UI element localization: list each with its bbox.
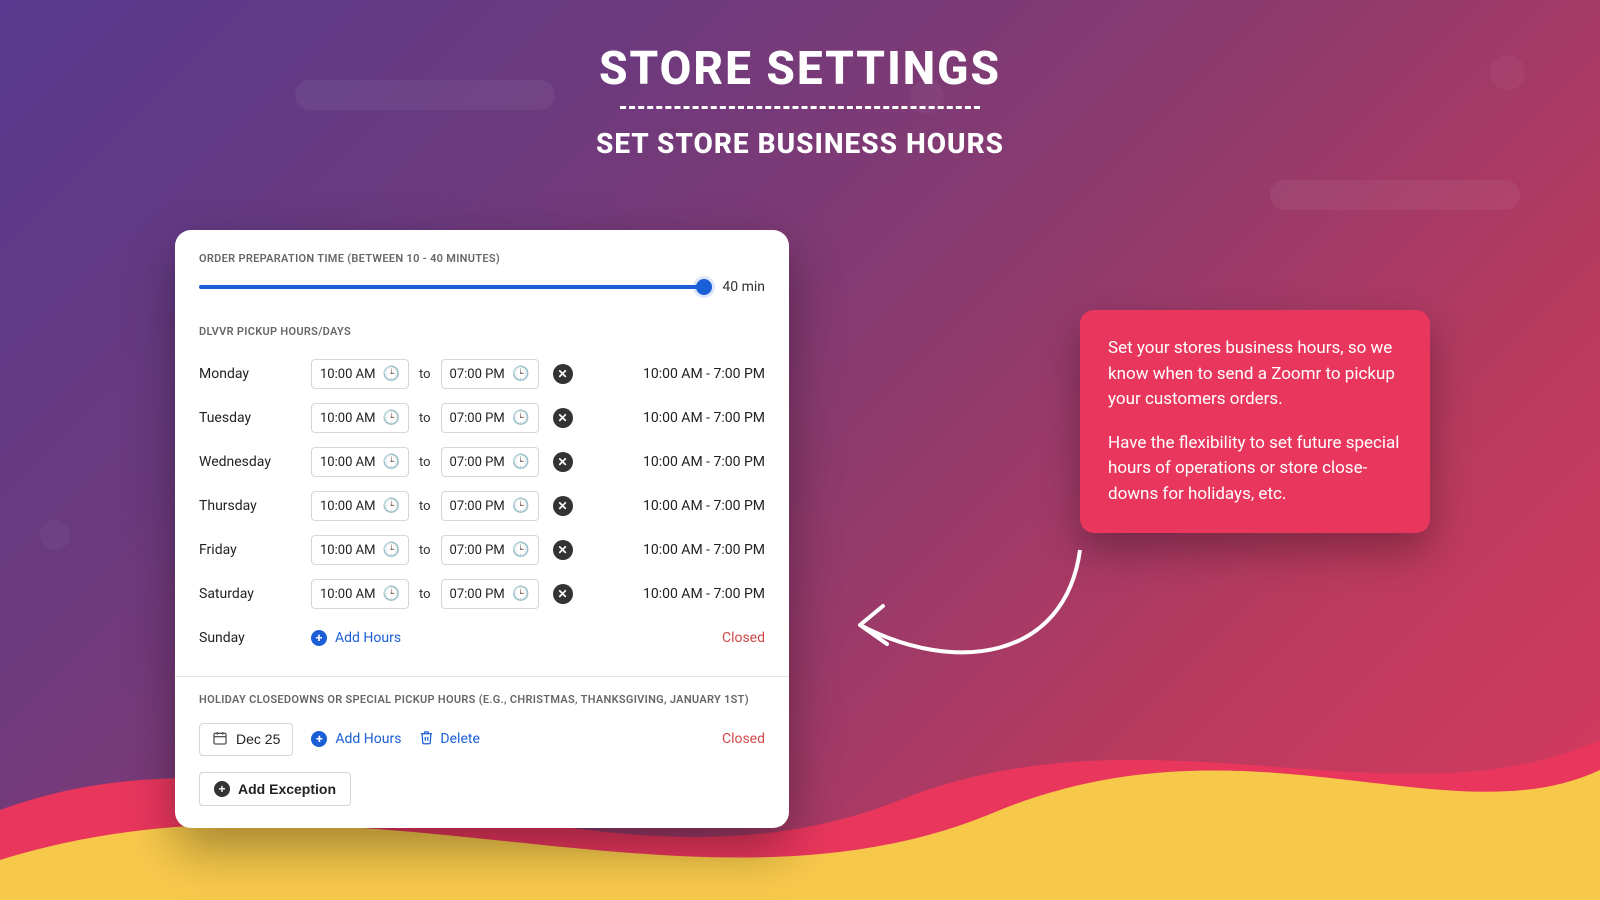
prep-time-label: ORDER PREPARATION TIME (BETWEEN 10 - 40 … (199, 252, 765, 265)
add-hours-label: Add Hours (335, 731, 401, 747)
clock-icon: 🕒 (512, 410, 529, 426)
callout-arrow-icon (835, 540, 1095, 700)
hours-row: Monday10:00 AM🕒 to 07:00 PM🕒 ✕ 10:00 AM - 7:… (199, 352, 765, 396)
clock-icon: 🕒 (383, 410, 400, 426)
clock-icon: 🕒 (512, 586, 529, 602)
info-callout: Set your stores business hours, so we kn… (1080, 310, 1430, 533)
close-time-input[interactable]: 07:00 PM🕒 (441, 579, 539, 609)
plus-icon: + (311, 630, 327, 646)
clock-icon: 🕒 (512, 542, 529, 558)
add-hours-button[interactable]: + Add Hours (311, 630, 401, 646)
to-label: to (419, 367, 431, 382)
hours-row: Thursday10:00 AM🕒 to 07:00 PM🕒 ✕ 10:00 AM - … (199, 484, 765, 528)
to-label: to (419, 587, 431, 602)
remove-hours-button[interactable]: ✕ (553, 496, 573, 516)
hours-summary: 10:00 AM - 7:00 PM (643, 498, 765, 514)
decor-pill (295, 80, 555, 110)
hours-summary: Closed (722, 630, 765, 646)
calendar-icon (212, 730, 228, 749)
prep-time-slider[interactable] (199, 285, 704, 289)
day-label: Tuesday (199, 410, 311, 426)
day-label: Saturday (199, 586, 311, 602)
close-time-input[interactable]: 07:00 PM🕒 (441, 359, 539, 389)
decor-circle (1490, 55, 1525, 90)
close-time-input[interactable]: 07:00 PM🕒 (441, 491, 539, 521)
store-settings-card: ORDER PREPARATION TIME (BETWEEN 10 - 40 … (175, 230, 789, 828)
callout-text-2: Have the flexibility to set future speci… (1108, 431, 1402, 508)
open-time-input[interactable]: 10:00 AM🕒 (311, 403, 409, 433)
exception-date-value: Dec 25 (236, 731, 280, 747)
hours-row: Saturday10:00 AM🕒 to 07:00 PM🕒 ✕ 10:00 AM - … (199, 572, 765, 616)
open-time-input[interactable]: 10:00 AM🕒 (311, 359, 409, 389)
add-hours-label: Add Hours (335, 630, 401, 646)
hours-row: Wednesday10:00 AM🕒 to 07:00 PM🕒 ✕ 10:00 AM -… (199, 440, 765, 484)
to-label: to (419, 543, 431, 558)
clock-icon: 🕒 (512, 454, 529, 470)
to-label: to (419, 455, 431, 470)
day-label: Thursday (199, 498, 311, 514)
exception-date-button[interactable]: Dec 25 (199, 723, 293, 756)
hours-summary: 10:00 AM - 7:00 PM (643, 410, 765, 426)
slider-thumb[interactable] (696, 279, 712, 295)
hours-summary: 10:00 AM - 7:00 PM (643, 542, 765, 558)
section-divider (175, 676, 789, 677)
exceptions-label: HOLIDAY CLOSEDOWNS OR SPECIAL PICKUP HOU… (199, 693, 765, 706)
open-time-input[interactable]: 10:00 AM🕒 (311, 447, 409, 477)
hours-summary: 10:00 AM - 7:00 PM (643, 366, 765, 382)
page-title: STORE SETTINGS (0, 42, 1600, 96)
open-time-input[interactable]: 10:00 AM🕒 (311, 491, 409, 521)
clock-icon: 🕒 (512, 366, 529, 382)
exception-add-hours-button[interactable]: + Add Hours (311, 731, 401, 747)
open-time-input[interactable]: 10:00 AM🕒 (311, 579, 409, 609)
clock-icon: 🕒 (383, 542, 400, 558)
day-label: Sunday (199, 630, 311, 646)
hours-row: Friday10:00 AM🕒 to 07:00 PM🕒 ✕ 10:00 AM - 7:… (199, 528, 765, 572)
prep-time-value: 40 min (722, 279, 765, 295)
day-label: Monday (199, 366, 311, 382)
plus-icon: + (214, 781, 230, 797)
clock-icon: 🕒 (512, 498, 529, 514)
hours-summary: 10:00 AM - 7:00 PM (643, 586, 765, 602)
delete-label: Delete (440, 731, 479, 747)
exception-summary: Closed (722, 731, 765, 747)
clock-icon: 🕒 (383, 586, 400, 602)
plus-icon: + (311, 731, 327, 747)
clock-icon: 🕒 (383, 366, 400, 382)
add-exception-button[interactable]: + Add Exception (199, 772, 351, 806)
day-label: Wednesday (199, 454, 311, 470)
close-time-input[interactable]: 07:00 PM🕒 (441, 447, 539, 477)
close-time-input[interactable]: 07:00 PM🕒 (441, 403, 539, 433)
clock-icon: 🕒 (383, 498, 400, 514)
decor-circle (910, 80, 944, 114)
remove-hours-button[interactable]: ✕ (553, 408, 573, 428)
remove-hours-button[interactable]: ✕ (553, 584, 573, 604)
remove-hours-button[interactable]: ✕ (553, 452, 573, 472)
clock-icon: 🕒 (383, 454, 400, 470)
add-exception-label: Add Exception (238, 781, 336, 797)
exception-delete-button[interactable]: Delete (419, 730, 479, 749)
close-time-input[interactable]: 07:00 PM🕒 (441, 535, 539, 565)
decor-circle (40, 520, 70, 550)
callout-text-1: Set your stores business hours, so we kn… (1108, 336, 1402, 413)
day-label: Friday (199, 542, 311, 558)
remove-hours-button[interactable]: ✕ (553, 540, 573, 560)
trash-icon (419, 730, 434, 749)
open-time-input[interactable]: 10:00 AM🕒 (311, 535, 409, 565)
remove-hours-button[interactable]: ✕ (553, 364, 573, 384)
to-label: to (419, 499, 431, 514)
hours-row: Tuesday10:00 AM🕒 to 07:00 PM🕒 ✕ 10:00 AM - 7… (199, 396, 765, 440)
decor-pill (1270, 180, 1520, 210)
hours-summary: 10:00 AM - 7:00 PM (643, 454, 765, 470)
to-label: to (419, 411, 431, 426)
page-subtitle: SET STORE BUSINESS HOURS (0, 127, 1600, 160)
pickup-hours-label: DLVVR PICKUP HOURS/DAYS (199, 325, 765, 338)
